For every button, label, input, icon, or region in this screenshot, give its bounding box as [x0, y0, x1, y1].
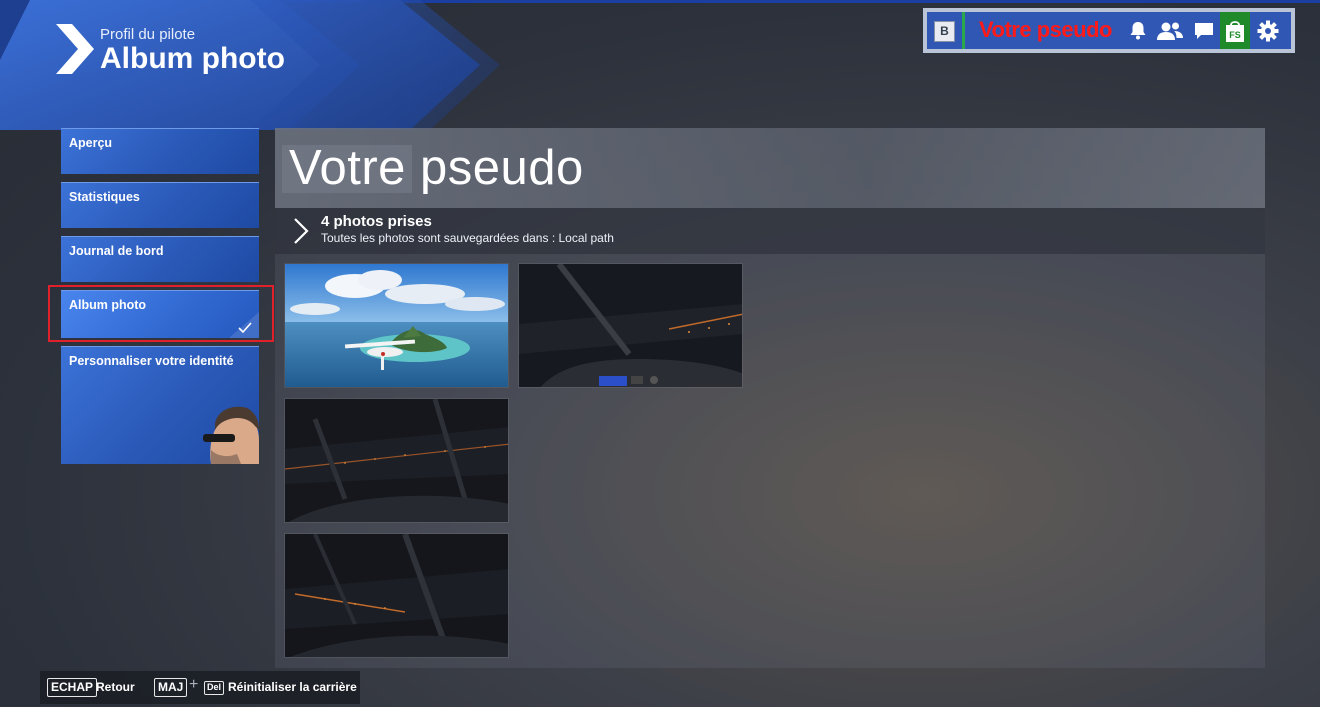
bell-icon[interactable] [1123, 12, 1153, 49]
sidebar-item-apercu[interactable]: Aperçu [61, 128, 259, 174]
album-owner-title: Votre pseudo [289, 141, 584, 195]
header-subtitle: Profil du pilote [100, 26, 196, 43]
shift-key[interactable]: MAJ [154, 678, 188, 697]
sidebar-item-journal[interactable]: Journal de bord [61, 236, 259, 282]
photo-thumbnail-night-city[interactable] [284, 398, 509, 523]
header-chevron-icon [56, 24, 96, 79]
page-title: Album photo [100, 42, 285, 75]
key-combo-plus: + [189, 676, 199, 693]
selection-highlight [48, 285, 274, 342]
sidebar-item-label: Journal de bord [69, 244, 164, 258]
chevron-right-icon[interactable] [292, 217, 310, 250]
shop-icon[interactable]: FS [1220, 12, 1250, 49]
sidebar-item-personnaliser[interactable]: Personnaliser votre identité [61, 346, 259, 464]
friends-icon[interactable] [1155, 12, 1185, 49]
chat-icon[interactable] [1189, 12, 1219, 49]
sidebar-item-statistiques[interactable]: Statistiques [61, 182, 259, 228]
user-toolbar: B Votre pseudo FS [923, 8, 1295, 53]
sidebar-item-label: Aperçu [69, 136, 113, 150]
delete-key[interactable]: Del [204, 681, 225, 695]
photo-thumbnail-night-cockpit[interactable] [518, 263, 743, 388]
photo-count: 4 photos prises [321, 213, 432, 230]
gear-icon[interactable] [1253, 12, 1283, 49]
sidebar-item-label: Album photo [69, 298, 147, 312]
photo-thumbnail-island[interactable] [284, 263, 509, 388]
photo-thumbnail-night-coast[interactable] [284, 533, 509, 658]
reset-career-label[interactable]: Réinitialiser la carrière [228, 680, 357, 694]
profile-badge[interactable]: B [934, 21, 955, 42]
avatar [197, 400, 259, 464]
sidebar-item-label: Personnaliser votre identité [69, 354, 234, 368]
back-label[interactable]: Retour [96, 680, 135, 694]
svg-text:FS: FS [1229, 30, 1241, 40]
save-path-text: Toutes les photos sont sauvegardées dans… [321, 231, 614, 245]
escape-key[interactable]: ECHAP [47, 678, 98, 697]
status-indicator [962, 12, 965, 49]
sidebar-item-label: Statistiques [69, 190, 140, 204]
username-label[interactable]: Votre pseudo [979, 17, 1112, 43]
